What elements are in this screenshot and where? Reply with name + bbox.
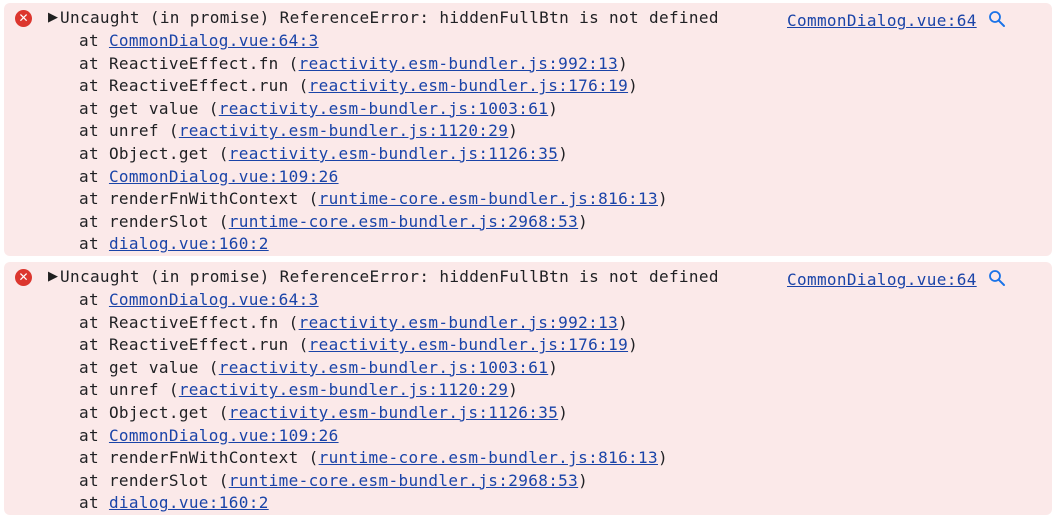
stack-frame-function: at (79, 166, 109, 186)
stack-frame-function: at (79, 234, 109, 254)
console-error-message[interactable]: ✕ ▶ Uncaught (in promise) ReferenceError… (4, 262, 1052, 515)
stack-frame-suffix: ) (628, 335, 639, 355)
error-text: Uncaught (in promise) ReferenceError: hi… (60, 8, 719, 27)
stack-frame: at Object.get (reactivity.esm-bundler.js… (79, 402, 668, 425)
stack-frame: at dialog.vue:160:2 (79, 492, 668, 515)
stack-frame-function: at renderFnWithContext ( (79, 448, 319, 468)
stack-frame-function: at renderFnWithContext ( (79, 189, 319, 209)
stack-frame: at renderFnWithContext (runtime-core.esm… (79, 447, 668, 470)
search-icon[interactable] (988, 269, 1006, 287)
stack-frame-suffix: ) (558, 402, 569, 422)
stack-frame-link[interactable]: runtime-core.esm-bundler.js:816:13 (319, 448, 658, 467)
stack-frame: at CommonDialog.vue:109:26 (79, 166, 668, 189)
stack-frame-suffix: ) (548, 98, 559, 118)
triangle-right-icon[interactable]: ▶ (48, 7, 58, 29)
stack-frame: at get value (reactivity.esm-bundler.js:… (79, 98, 668, 121)
stack-frame-link[interactable]: CommonDialog.vue:64:3 (109, 290, 319, 309)
stack-frame-function: at get value ( (79, 357, 219, 377)
stack-frame-function: at renderSlot ( (79, 211, 229, 231)
stack-frame-link[interactable]: reactivity.esm-bundler.js:1126:35 (229, 144, 558, 163)
stack-frame-function: at Object.get ( (79, 402, 229, 422)
stack-frame-suffix: ) (578, 470, 589, 490)
stack-frame-function: at (79, 290, 109, 309)
stack-frame: at renderSlot (runtime-core.esm-bundler.… (79, 470, 668, 493)
stack-frame-link[interactable]: reactivity.esm-bundler.js:992:13 (299, 54, 618, 73)
stack-frame: at ReactiveEffect.fn (reactivity.esm-bun… (79, 53, 668, 76)
stack-frame-function: at get value ( (79, 98, 219, 118)
stack-frame-function: at renderSlot ( (79, 470, 229, 490)
stack-frame-link[interactable]: reactivity.esm-bundler.js:1003:61 (219, 99, 548, 118)
stack-frame: at get value (reactivity.esm-bundler.js:… (79, 357, 668, 380)
stack-frame-suffix: ) (658, 189, 668, 209)
stack-frame-function: at ReactiveEffect.run ( (79, 335, 309, 355)
stack-frame: at unref (reactivity.esm-bundler.js:1120… (79, 120, 668, 143)
stack-frame-function: at ReactiveEffect.fn ( (79, 312, 299, 332)
stack-frame: at ReactiveEffect.run (reactivity.esm-bu… (79, 75, 668, 98)
stack-frame: at renderSlot (runtime-core.esm-bundler.… (79, 211, 668, 234)
stack-frame-link[interactable]: runtime-core.esm-bundler.js:2968:53 (229, 471, 578, 490)
stack-frame-function: at unref ( (79, 121, 179, 141)
stack-frame-suffix: ) (628, 76, 639, 96)
stack-frame-suffix: ) (658, 448, 668, 468)
stack-frame-link[interactable]: CommonDialog.vue:109:26 (109, 426, 339, 445)
error-text: Uncaught (in promise) ReferenceError: hi… (60, 267, 719, 286)
stack-frame-link[interactable]: runtime-core.esm-bundler.js:816:13 (319, 189, 658, 208)
error-icon: ✕ (15, 10, 32, 27)
stack-frame: at ReactiveEffect.run (reactivity.esm-bu… (79, 334, 668, 357)
stack-frame: at CommonDialog.vue:64:3 (79, 289, 668, 312)
stack-frame-link[interactable]: runtime-core.esm-bundler.js:2968:53 (229, 212, 578, 231)
stack-frame-function: at (79, 493, 109, 513)
stack-frame-link[interactable]: reactivity.esm-bundler.js:176:19 (309, 76, 628, 95)
stack-frame-suffix: ) (508, 121, 519, 141)
stack-frame-function: at (79, 31, 109, 50)
stack-frame-function: at ReactiveEffect.run ( (79, 76, 309, 96)
stack-frame-suffix: ) (578, 211, 589, 231)
stack-frame-link[interactable]: CommonDialog.vue:109:26 (109, 167, 339, 186)
stack-frame-link[interactable]: reactivity.esm-bundler.js:1120:29 (179, 380, 508, 399)
stack-frame-link[interactable]: reactivity.esm-bundler.js:992:13 (299, 313, 618, 332)
stack-frame-function: at ReactiveEffect.fn ( (79, 53, 299, 73)
stack-frame-function: at (79, 425, 109, 445)
stack-frame: at ReactiveEffect.fn (reactivity.esm-bun… (79, 312, 668, 335)
stack-frame-link[interactable]: reactivity.esm-bundler.js:1126:35 (229, 403, 558, 422)
search-icon[interactable] (988, 10, 1006, 28)
stack-frame-link[interactable]: reactivity.esm-bundler.js:1120:29 (179, 121, 508, 140)
console-panel: ✕ ▶ Uncaught (in promise) ReferenceError… (4, 3, 1052, 521)
stack-trace: at CommonDialog.vue:64:3 at ReactiveEffe… (79, 30, 668, 256)
stack-frame-suffix: ) (548, 357, 559, 377)
stack-trace: at CommonDialog.vue:64:3 at ReactiveEffe… (79, 289, 668, 515)
stack-frame-link[interactable]: dialog.vue:160:2 (109, 493, 269, 512)
stack-frame: at Object.get (reactivity.esm-bundler.js… (79, 143, 668, 166)
source-location-link[interactable]: CommonDialog.vue:64 (787, 269, 977, 291)
stack-frame-function: at Object.get ( (79, 143, 229, 163)
stack-frame: at renderFnWithContext (runtime-core.esm… (79, 188, 668, 211)
stack-frame: at dialog.vue:160:2 (79, 233, 668, 256)
stack-frame-link[interactable]: CommonDialog.vue:64:3 (109, 31, 319, 50)
stack-frame-function: at unref ( (79, 380, 179, 400)
stack-frame-suffix: ) (618, 312, 629, 332)
stack-frame: at unref (reactivity.esm-bundler.js:1120… (79, 379, 668, 402)
stack-frame-link[interactable]: dialog.vue:160:2 (109, 234, 269, 253)
stack-frame-suffix: ) (508, 380, 519, 400)
error-icon: ✕ (15, 269, 32, 286)
console-error-message[interactable]: ✕ ▶ Uncaught (in promise) ReferenceError… (4, 3, 1052, 256)
source-location-link[interactable]: CommonDialog.vue:64 (787, 10, 977, 32)
stack-frame-suffix: ) (618, 53, 629, 73)
stack-frame-link[interactable]: reactivity.esm-bundler.js:176:19 (309, 335, 628, 354)
stack-frame: at CommonDialog.vue:64:3 (79, 30, 668, 53)
stack-frame-suffix: ) (558, 143, 569, 163)
stack-frame-link[interactable]: reactivity.esm-bundler.js:1003:61 (219, 358, 548, 377)
triangle-right-icon[interactable]: ▶ (48, 266, 58, 288)
stack-frame: at CommonDialog.vue:109:26 (79, 425, 668, 448)
